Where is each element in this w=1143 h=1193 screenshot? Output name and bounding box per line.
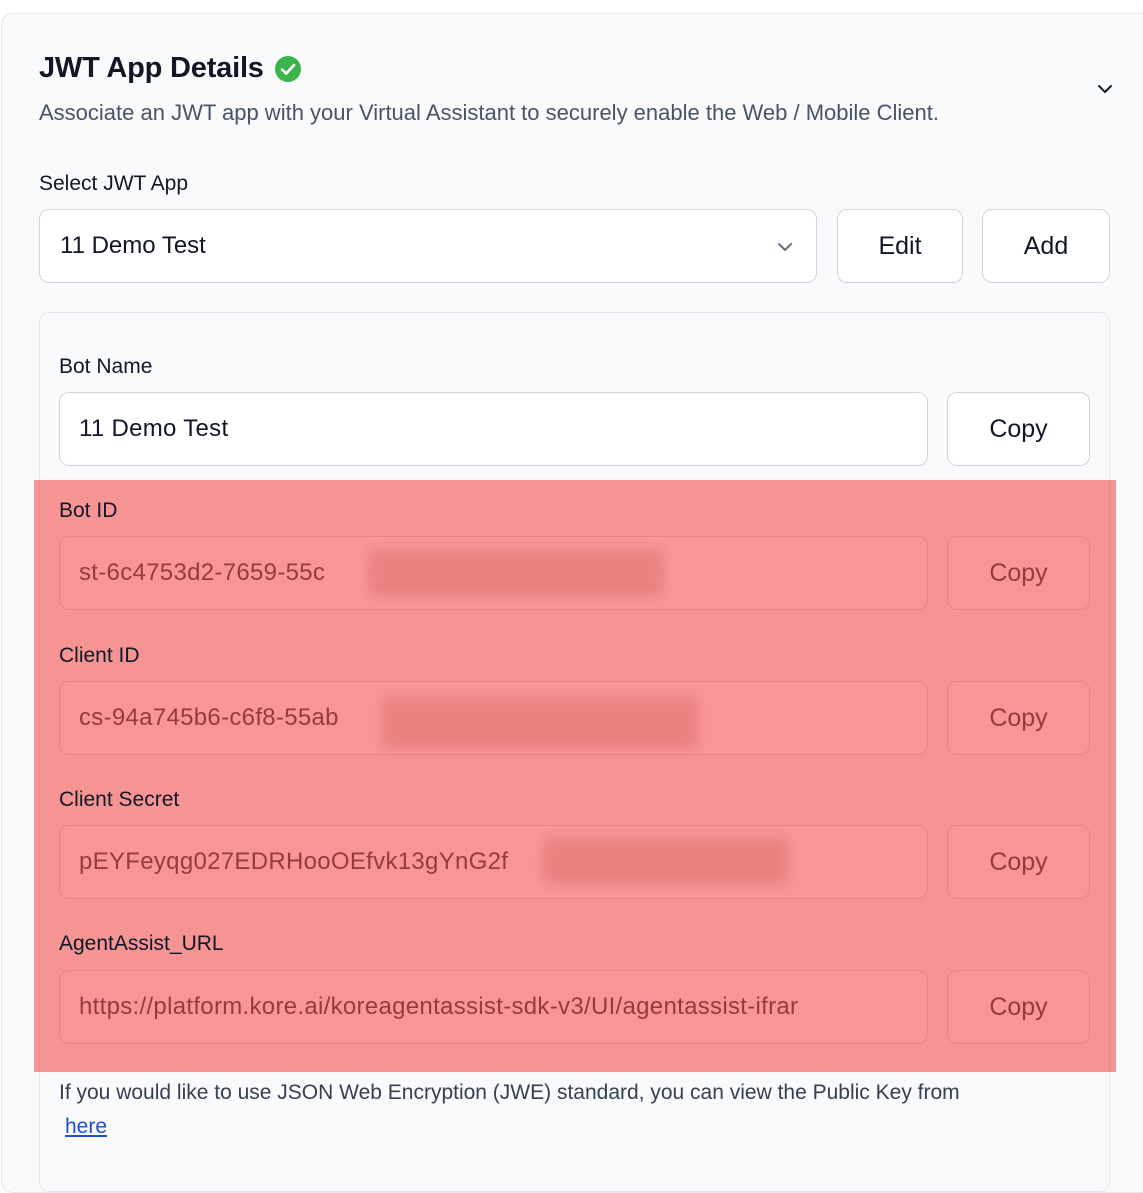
- redacted-client-id: [382, 697, 698, 749]
- client-secret-label: Client Secret: [59, 788, 180, 811]
- bot-id-label: Bot ID: [59, 499, 118, 522]
- agentassist-url-value: https://platform.kore.ai/koreagentassist…: [79, 993, 799, 1020]
- agentassist-url-label: AgentAssist_URL: [59, 932, 224, 955]
- copy-client-secret-button[interactable]: Copy: [947, 825, 1090, 899]
- copy-bot-id-button[interactable]: Copy: [947, 536, 1090, 610]
- select-jwt-app-label: Select JWT App: [39, 172, 189, 195]
- redacted-client-secret: [543, 838, 789, 884]
- jwt-app-select-value: 11 Demo Test: [60, 232, 206, 259]
- client-id-value: cs-94a745b6-c6f8-55ab: [79, 704, 339, 731]
- edit-button[interactable]: Edit: [837, 209, 963, 283]
- section-title: JWT App Details: [39, 52, 264, 84]
- section-header: JWT App Details: [39, 52, 302, 85]
- bot-name-field[interactable]: 11 Demo Test: [59, 392, 928, 466]
- jwt-app-select[interactable]: 11 Demo Test: [39, 209, 817, 283]
- chevron-down-icon: [778, 243, 792, 251]
- copy-client-id-button[interactable]: Copy: [947, 681, 1090, 755]
- client-secret-field[interactable]: pEYFeyqg027EDRHooOEfvk13gYnG2f: [59, 825, 928, 899]
- redacted-bot-id: [368, 550, 664, 596]
- client-id-label: Client ID: [59, 644, 140, 667]
- agentassist-url-field[interactable]: https://platform.kore.ai/koreagentassist…: [59, 970, 928, 1044]
- client-secret-value: pEYFeyqg027EDRHooOEfvk13gYnG2f: [79, 848, 509, 875]
- jwe-note: If you would like to use JSON Web Encryp…: [59, 1076, 1099, 1144]
- check-circle-icon: [274, 55, 301, 82]
- bot-id-value: st-6c4753d2-7659-55c: [79, 559, 326, 586]
- copy-agentassist-url-button[interactable]: Copy: [947, 970, 1090, 1044]
- copy-bot-name-button[interactable]: Copy: [947, 392, 1090, 466]
- section-subtitle: Associate an JWT app with your Virtual A…: [39, 100, 940, 125]
- public-key-link[interactable]: here: [65, 1115, 107, 1138]
- chevron-down-icon[interactable]: [1094, 78, 1116, 100]
- bot-name-label: Bot Name: [59, 355, 153, 378]
- jwe-note-text: If you would like to use JSON Web Encryp…: [59, 1081, 960, 1104]
- bot-name-value: 11 Demo Test: [79, 415, 229, 442]
- add-button[interactable]: Add: [982, 209, 1110, 283]
